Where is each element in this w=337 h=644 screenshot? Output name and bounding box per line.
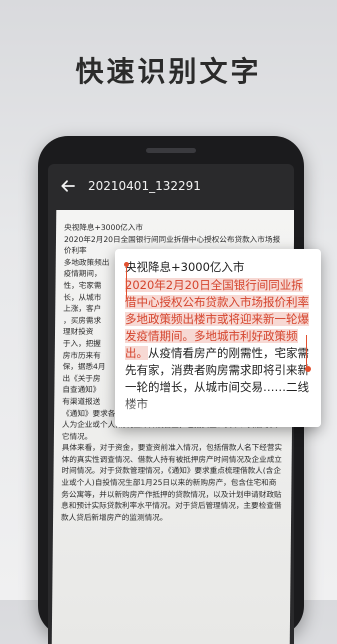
promo-headline: 快速识别文字: [75, 55, 262, 88]
selection-cursor-end: [306, 335, 307, 368]
selection-cursor-start: [126, 265, 127, 299]
file-name-title: 20210401_132291: [88, 179, 201, 193]
phone-speaker: [146, 148, 196, 153]
popup-title-line: 央视降息+3000亿入市: [125, 260, 245, 274]
doc-paragraph: 具体来看，对于资金，要查资前准入情况，包括借款人名下经营实体的真实性调查情况、借…: [61, 443, 283, 522]
selection-handle-start[interactable]: [124, 262, 129, 267]
back-arrow-icon[interactable]: [60, 178, 76, 194]
popup-text[interactable]: 2020年2月20日全国银行间同业拆借中心授权公布贷款入市场报价利率多地政策频出…: [125, 277, 311, 413]
top-bar: 20210401_132291: [48, 164, 294, 208]
doc-paragraph: 央视降息+3000亿入市: [64, 223, 144, 232]
selection-handle-end[interactable]: [305, 366, 311, 372]
popup-fade: [115, 395, 321, 427]
